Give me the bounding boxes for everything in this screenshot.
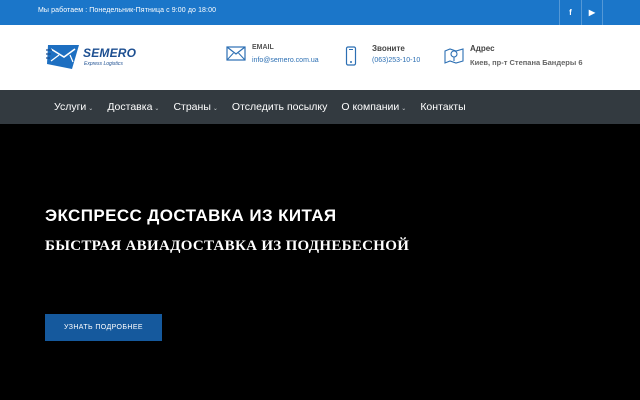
map-pin-icon — [444, 48, 464, 64]
logo-name: SEMERO — [83, 46, 137, 60]
nav-item-label: Услуги — [54, 101, 87, 113]
top-bar: Мы работаем : Понедельник-Пятница с 9:00… — [0, 0, 640, 25]
logo-mark-icon — [46, 45, 79, 69]
nav-item-tracking[interactable]: Отследить посылку — [232, 101, 327, 113]
phone-value[interactable]: (063)253-10-10 — [372, 57, 420, 64]
envelope-icon — [226, 46, 246, 61]
chevron-down-icon: ⌄ — [88, 105, 94, 112]
nav-item-delivery[interactable]: Доставка ⌄ — [107, 101, 159, 113]
chevron-down-icon: ⌄ — [401, 105, 407, 112]
chevron-down-icon: ⌄ — [212, 105, 218, 112]
nav-item-about[interactable]: О компании ⌄ — [341, 101, 406, 113]
working-hours: Мы работаем : Понедельник-Пятница с 9:00… — [38, 7, 217, 14]
phone-label: Звоните — [372, 44, 405, 53]
site-header: SEMERO Express Logistics EMAIL info@seme… — [0, 25, 640, 90]
facebook-icon[interactable]: f — [559, 0, 581, 25]
logo-tagline: Express Logistics — [84, 61, 123, 67]
hero-subtitle: БЫСТРАЯ АВИАДОСТАВКА ИЗ ПОДНЕБЕСНОЙ — [45, 238, 410, 254]
smartphone-icon — [345, 46, 357, 66]
nav-item-label: Отследить посылку — [231, 101, 328, 113]
chevron-down-icon: ⌄ — [154, 105, 160, 112]
site-logo[interactable]: SEMERO Express Logistics — [46, 42, 136, 74]
hero-banner: ЭКСПРЕСС ДОСТАВКА ИЗ КИТАЯ БЫСТРАЯ АВИАД… — [0, 124, 640, 400]
main-nav: Услуги ⌄ Доставка ⌄ Страны ⌄ Отследить посы… — [0, 90, 640, 124]
address-value: Киев, пр-т Степана Бандеры 6 — [470, 58, 583, 67]
nav-item-label: Контакты — [420, 101, 466, 113]
nav-item-services[interactable]: Услуги ⌄ — [54, 101, 93, 113]
nav-item-label: Доставка — [107, 101, 153, 113]
learn-more-button[interactable]: УЗНАТЬ ПОДРОБНЕЕ — [45, 314, 162, 341]
nav-menu: Услуги ⌄ Доставка ⌄ Страны ⌄ Отследить посы… — [54, 90, 480, 124]
nav-item-label: Страны — [173, 101, 211, 113]
nav-item-label: О компании — [341, 101, 400, 113]
email-value[interactable]: info@semero.com.ua — [252, 57, 319, 64]
youtube-icon[interactable]: ▶ — [581, 0, 603, 25]
nav-item-contacts[interactable]: Контакты — [420, 101, 465, 113]
hero-title: ЭКСПРЕСС ДОСТАВКА ИЗ КИТАЯ — [45, 206, 337, 225]
email-label: EMAIL — [252, 44, 274, 51]
nav-item-countries[interactable]: Страны ⌄ — [173, 101, 217, 113]
address-label: Адрес — [470, 44, 495, 53]
